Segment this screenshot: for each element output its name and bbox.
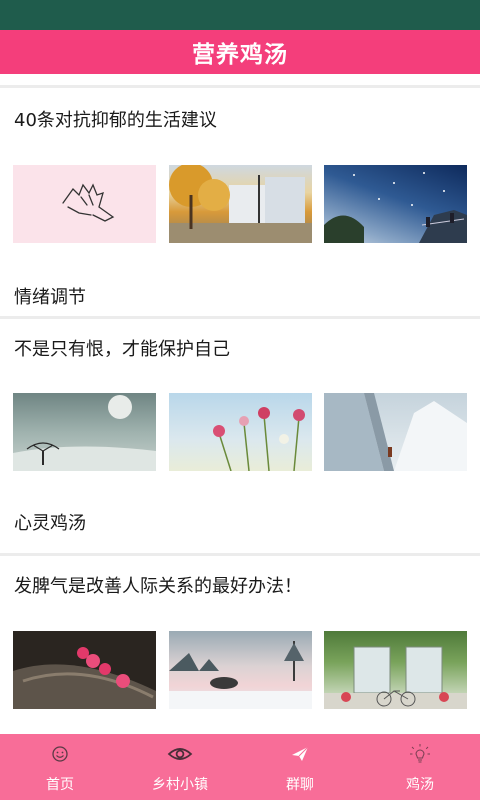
nav-label: 乡村小镇 — [152, 777, 208, 793]
pink-blossom-log-image[interactable] — [13, 631, 156, 709]
article-title[interactable]: 不是只有恨，才能保护自己 — [14, 335, 230, 361]
nav-village[interactable]: 乡村小镇 — [120, 734, 240, 800]
nav-label: 首页 — [46, 777, 74, 793]
autumn-street-image[interactable] — [168, 165, 312, 243]
nav-group-chat[interactable]: 群聊 — [240, 734, 360, 800]
article-card[interactable]: 40条对抗抑郁的生活建议 情绪调节 — [0, 88, 480, 316]
starry-sky-image[interactable] — [324, 165, 467, 243]
pink-flowers-image[interactable] — [168, 393, 312, 471]
article-thumbnails — [13, 631, 467, 709]
article-thumbnails — [13, 393, 467, 471]
paper-plane-icon — [290, 742, 310, 766]
article-card[interactable]: 不是只有恨，才能保护自己 心灵鸡汤 — [0, 319, 480, 553]
nav-label: 鸡汤 — [406, 777, 434, 793]
article-title[interactable]: 发脾气是改善人际关系的最好办法！ — [14, 572, 302, 598]
moon-tree-image[interactable] — [13, 393, 156, 471]
title-bar: 营养鸡汤 — [0, 30, 480, 74]
status-bar — [0, 0, 480, 30]
nav-label: 群聊 — [286, 777, 314, 793]
eye-icon — [167, 742, 193, 766]
bottom-nav: 首页 乡村小镇 群聊 鸡汤 — [0, 734, 480, 800]
category-label[interactable]: 情绪调节 — [14, 283, 86, 309]
snowy-lake-image[interactable] — [168, 631, 312, 709]
article-title[interactable]: 40条对抗抑郁的生活建议 — [14, 106, 217, 132]
smiley-icon — [51, 742, 69, 766]
nav-chicken-soup[interactable]: 鸡汤 — [360, 734, 480, 800]
nav-home[interactable]: 首页 — [0, 734, 120, 800]
snow-cliff-image[interactable] — [324, 393, 467, 471]
article-card[interactable]: 发脾气是改善人际关系的最好办法！ — [0, 556, 480, 734]
article-feed[interactable]: 40条对抗抑郁的生活建议 情绪调节 不是只有恨，才能保护自己 心灵鸡汤 发脾气是… — [0, 74, 480, 734]
category-label[interactable]: 心灵鸡汤 — [14, 509, 86, 535]
hands-sketch-image[interactable] — [13, 165, 156, 243]
article-thumbnails — [13, 165, 467, 243]
window-bicycle-image[interactable] — [324, 631, 467, 709]
page-title: 营养鸡汤 — [192, 42, 288, 68]
lightbulb-icon — [409, 742, 431, 766]
